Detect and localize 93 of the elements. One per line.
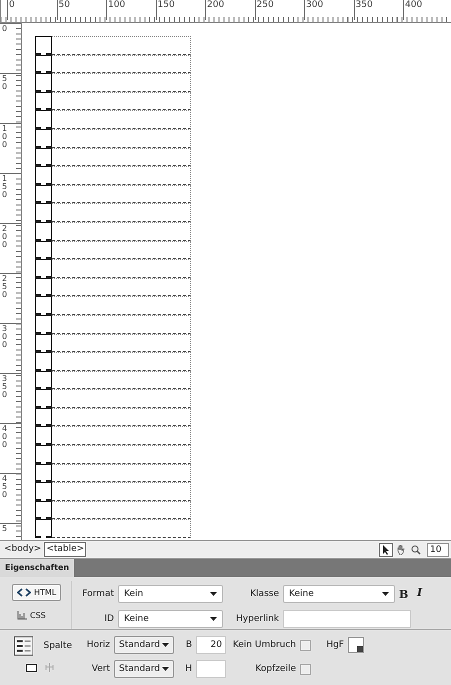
table-cell — [35, 203, 52, 222]
ruler-label: 350 — [2, 375, 8, 399]
table-cell — [35, 408, 52, 426]
field-label: B — [184, 640, 192, 650]
dropdown-caret-icon — [210, 592, 217, 596]
ruler-label: 50 — [58, 0, 70, 10]
ruler-label: 150 — [158, 0, 175, 10]
ruler-label: 300 — [2, 325, 8, 349]
ruler-label: 200 — [2, 225, 8, 249]
ruler-label: 400 — [2, 425, 8, 449]
zoom-icon — [411, 544, 421, 554]
table-cell — [35, 314, 52, 334]
table-cell — [35, 184, 52, 204]
ruler-label: 450 — [2, 475, 8, 499]
ruler-label: 400 — [405, 0, 422, 10]
ruler-label: 50 — [2, 75, 8, 91]
tool-button[interactable] — [379, 542, 393, 556]
tag-selector-link[interactable]: <table> — [44, 542, 86, 557]
table-cell — [35, 54, 52, 74]
table-cell — [35, 259, 52, 278]
ruler-label: 0 — [9, 0, 15, 10]
tool-button[interactable] — [409, 542, 423, 556]
field-label: Hyperlink — [235, 614, 279, 624]
field-label: Format — [81, 589, 114, 599]
checkbox[interactable] — [300, 664, 311, 674]
table-cell — [35, 296, 52, 315]
vertical-align-select[interactable]: Standard — [114, 660, 174, 678]
ruler-label: 250 — [2, 275, 8, 299]
dropdown-caret-icon — [162, 667, 169, 671]
format-select[interactable]: Kein — [118, 585, 223, 603]
hand-icon — [396, 544, 406, 554]
ruler-label: 0 — [2, 25, 8, 33]
table-cell — [35, 352, 52, 371]
italic-button[interactable]: I — [417, 586, 422, 599]
table-cell — [35, 334, 52, 352]
table-cell — [35, 500, 52, 520]
table-cell — [35, 128, 52, 148]
table-cell — [35, 278, 52, 296]
class-select[interactable]: Keine — [283, 585, 395, 603]
bold-button[interactable]: B — [399, 588, 411, 600]
field-label: Vert — [90, 664, 110, 674]
table-cell — [35, 445, 52, 464]
table-cell — [35, 370, 52, 390]
field-label: ID — [103, 614, 114, 624]
mode-button[interactable]: HTML — [12, 584, 62, 601]
id-select[interactable]: Keine — [118, 610, 223, 628]
merge-cells-icon[interactable] — [26, 664, 37, 672]
code-icon — [17, 588, 31, 597]
field-label: Horiz — [86, 640, 110, 650]
chart-icon — [17, 611, 27, 620]
dropdown-caret-icon — [382, 592, 389, 596]
cell-title: Spalte — [43, 641, 72, 651]
table-cell — [35, 110, 52, 129]
zoom-field[interactable]: 10 — [427, 542, 449, 556]
pointer-icon — [382, 544, 390, 554]
ruler-label: 5 — [2, 525, 8, 533]
table-cell — [35, 73, 52, 92]
ruler-label: 100 — [108, 0, 126, 10]
field-label: Kopfzeile — [254, 664, 296, 674]
panel-tab[interactable]: Eigenschaften — [0, 559, 74, 577]
field-label: Klasse — [249, 589, 279, 599]
color-swatch[interactable] — [348, 637, 364, 653]
table-cell — [35, 464, 52, 482]
dropdown-caret-icon — [210, 617, 217, 621]
tag-selector-link[interactable]: <body> — [2, 542, 44, 557]
ruler-label: 250 — [256, 0, 274, 10]
table-cell — [35, 92, 52, 110]
table-cell — [35, 148, 52, 166]
table-cell — [35, 36, 52, 55]
table-cell — [35, 389, 52, 408]
field-label: Kein Umbruch — [232, 640, 296, 650]
table-cell — [35, 240, 52, 260]
table-cell — [35, 519, 52, 538]
dropdown-caret-icon — [162, 643, 169, 647]
ruler-label: 200 — [207, 0, 224, 10]
hyperlink-field[interactable] — [283, 610, 411, 628]
height-field[interactable] — [196, 660, 226, 678]
table-properties-icon — [14, 636, 34, 656]
field-label: HgF — [325, 640, 344, 650]
field-label: H — [184, 664, 192, 674]
ruler-label: 100 — [2, 125, 8, 149]
ruler-label: 150 — [2, 175, 8, 199]
checkbox[interactable] — [300, 640, 311, 650]
table-cell — [35, 482, 52, 501]
table-cell — [35, 222, 52, 241]
table-cell — [35, 166, 52, 185]
horizontal-align-select[interactable]: Standard — [114, 636, 174, 654]
table-cell — [35, 426, 52, 446]
mode-button[interactable]: CSS — [12, 607, 51, 624]
ruler-label: 350 — [356, 0, 373, 10]
ruler-label: 300 — [306, 0, 324, 10]
width-field[interactable]: 20 — [196, 636, 226, 654]
split-cell-icon[interactable] — [45, 663, 54, 672]
